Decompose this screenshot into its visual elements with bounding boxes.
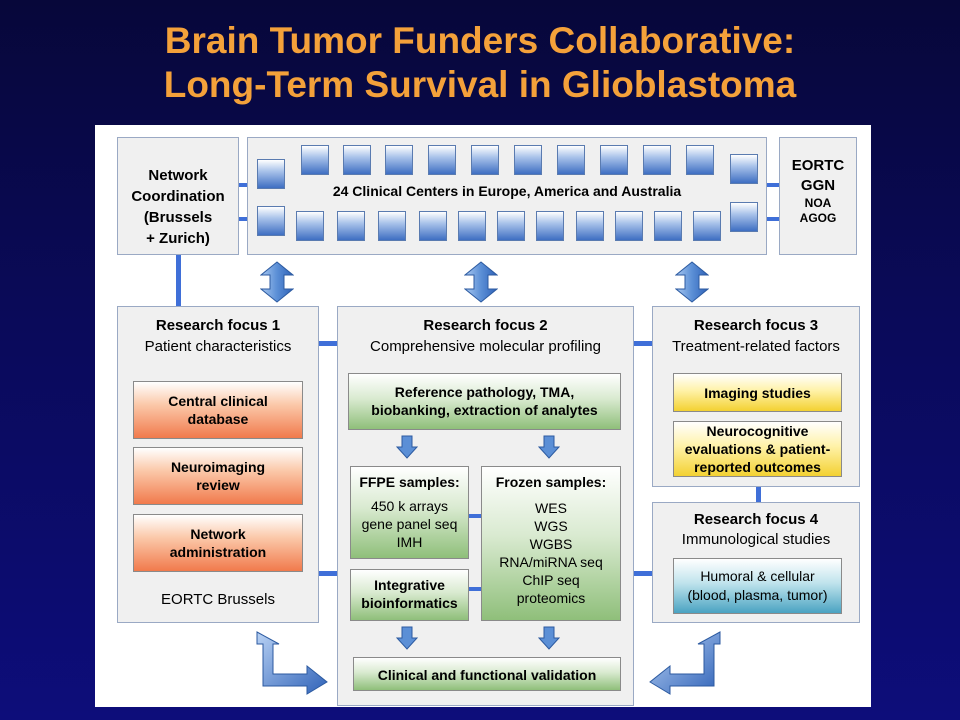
clinical-center-square-icon: [557, 145, 585, 175]
network-line-1: Network: [148, 167, 208, 184]
connector-focus2-focus3: [634, 341, 652, 346]
reference-pathology-box: Reference pathology, TMA, biobanking, ex…: [348, 373, 621, 430]
connector-centers-partners-bottom: [767, 217, 779, 221]
integrative-bioinformatics-box: Integrative bioinformatics: [350, 569, 469, 621]
imaging-studies-box: Imaging studies: [673, 373, 842, 412]
clinical-center-square-icon: [514, 145, 542, 175]
network-line-2: Coordination: [131, 188, 225, 205]
clinical-center-square-icon: [301, 145, 329, 175]
clinical-center-square-icon: [497, 211, 525, 241]
focus4-title: Research focus 4: [693, 511, 819, 528]
clinical-center-square-icon: [378, 211, 406, 241]
down-arrow-icon-1: [396, 435, 418, 459]
clinical-center-square-icon: [257, 159, 285, 189]
clinical-center-square-icon: [600, 145, 628, 175]
network-administration-box: Network administration: [133, 514, 303, 572]
partners-box: EORTC GGN NOA AGOG: [779, 137, 857, 255]
neurocognitive-box: Neurocognitive evaluations & patient- re…: [673, 421, 842, 477]
clinical-centers-label: 24 Clinical Centers in Europe, America a…: [332, 183, 682, 199]
focus4-subtitle: Immunological studies: [681, 531, 831, 548]
partner-noa: NOA: [804, 196, 832, 210]
bent-arrow-icon-right: [649, 631, 721, 695]
partner-ggn: GGN: [800, 177, 836, 194]
clinical-center-square-icon: [693, 211, 721, 241]
central-clinical-database-box: Central clinical database: [133, 381, 303, 439]
clinical-center-square-icon: [615, 211, 643, 241]
title-line-1: Brain Tumor Funders Collaborative:: [164, 20, 796, 61]
network-coordination-box: Network Coordination (Brussels + Zurich): [117, 137, 239, 255]
diagram-panel: Network Coordination (Brussels + Zurich)…: [95, 125, 871, 707]
clinical-center-square-icon: [576, 211, 604, 241]
partner-eortc: EORTC: [791, 157, 845, 174]
clinical-center-square-icon: [385, 145, 413, 175]
connector-focus2-focus4: [634, 571, 652, 576]
bent-arrow-icon-left: [256, 631, 328, 695]
connector-focus3-focus4: [756, 487, 761, 502]
down-arrow-icon-3: [396, 626, 418, 650]
partner-agog: AGOG: [799, 211, 837, 225]
clinical-center-square-icon: [730, 202, 758, 232]
connector-network-centers-bottom: [239, 217, 247, 221]
connector-ffpe-frozen-1: [469, 514, 481, 518]
double-arrow-icon-3: [675, 261, 709, 303]
ffpe-header: FFPE samples:: [359, 474, 460, 490]
focus2-subtitle: Comprehensive molecular profiling: [370, 338, 601, 355]
clinical-center-square-icon: [296, 211, 324, 241]
connector-focus1-focus2-bottom: [319, 571, 337, 576]
focus1-title: Research focus 1: [155, 317, 281, 334]
neuroimaging-review-box: Neuroimaging review: [133, 447, 303, 505]
double-arrow-icon-1: [260, 261, 294, 303]
frozen-header: Frozen samples:: [495, 474, 607, 490]
clinical-validation-box: Clinical and functional validation: [353, 657, 621, 691]
title-line-2: Long-Term Survival in Glioblastoma: [163, 64, 797, 105]
connector-centers-partners-top: [767, 183, 779, 187]
down-arrow-icon-4: [538, 626, 560, 650]
clinical-center-square-icon: [337, 211, 365, 241]
clinical-center-square-icon: [419, 211, 447, 241]
focus3-title: Research focus 3: [693, 317, 819, 334]
connector-network-focus1: [176, 255, 181, 306]
clinical-center-square-icon: [686, 145, 714, 175]
frozen-samples-box: Frozen samples: WES WGS WGBS RNA/miRNA s…: [481, 466, 621, 621]
clinical-center-square-icon: [471, 145, 499, 175]
connector-focus1-focus2-top: [319, 341, 337, 346]
double-arrow-icon-2: [464, 261, 498, 303]
clinical-center-square-icon: [458, 211, 486, 241]
clinical-center-square-icon: [257, 206, 285, 236]
clinical-center-square-icon: [343, 145, 371, 175]
clinical-center-square-icon: [730, 154, 758, 184]
network-line-4: + Zurich): [146, 230, 210, 247]
connector-network-centers-top: [239, 183, 247, 187]
ffpe-samples-box: FFPE samples: 450 k arrays gene panel se…: [350, 466, 469, 559]
clinical-center-square-icon: [536, 211, 564, 241]
focus1-subtitle: Patient characteristics: [144, 338, 292, 355]
focus3-subtitle: Treatment-related factors: [672, 338, 840, 355]
down-arrow-icon-2: [538, 435, 560, 459]
focus1-footer: EORTC Brussels: [161, 591, 275, 608]
network-line-3: (Brussels: [143, 209, 213, 226]
focus2-title: Research focus 2: [423, 317, 548, 334]
clinical-center-square-icon: [428, 145, 456, 175]
clinical-center-square-icon: [643, 145, 671, 175]
connector-ffpe-frozen-2: [469, 587, 481, 591]
clinical-center-square-icon: [654, 211, 682, 241]
humoral-cellular-box: Humoral & cellular (blood, plasma, tumor): [673, 558, 842, 614]
